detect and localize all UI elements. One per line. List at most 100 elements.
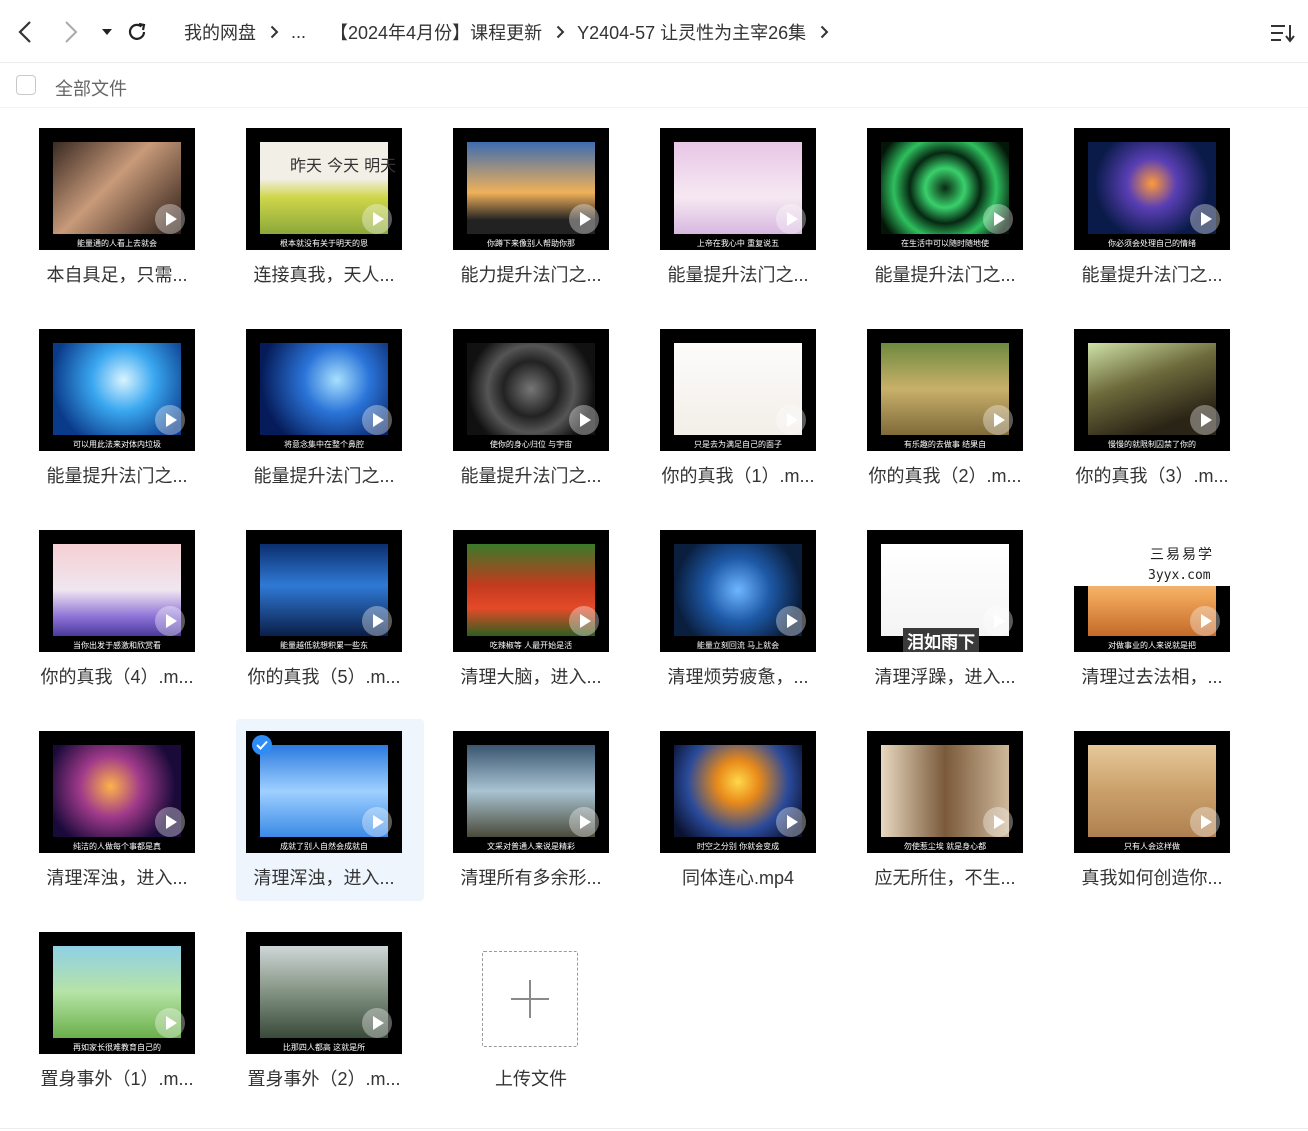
file-item[interactable]: 上帝在我心中 重复说五 能量提升法门之... xyxy=(650,116,838,298)
file-name: 同体连心.mp4 xyxy=(681,868,795,888)
file-item[interactable]: 比那四人都高 这就是所 置身事外（2）.m... xyxy=(236,920,424,1102)
thumbnail-subtitle: 再如家长很难教育自己的 xyxy=(73,1043,161,1052)
play-icon xyxy=(1190,405,1220,435)
breadcrumb-item-ellipsis[interactable]: ... xyxy=(291,22,306,43)
sort-button[interactable] xyxy=(1268,18,1298,48)
video-thumbnail: 慢慢的就限制囚禁了你的 xyxy=(1074,329,1230,451)
video-thumbnail: 只有人会这样做 xyxy=(1074,731,1230,853)
play-icon xyxy=(362,606,392,636)
video-thumbnail: 使你的身心归位 与宇宙 xyxy=(453,329,609,451)
play-icon xyxy=(155,405,185,435)
file-item[interactable]: 泪如雨下清理浮躁，进入... xyxy=(857,518,1045,700)
file-name: 你的真我（3）.m... xyxy=(1075,466,1229,486)
play-icon xyxy=(569,606,599,636)
watermark: 三易易学 3yyx.com xyxy=(1074,530,1230,586)
file-item[interactable]: 能量越低就想积累一些东你的真我（5）.m... xyxy=(236,518,424,700)
file-name: 能量提升法门之... xyxy=(253,466,395,486)
thumbnail-subtitle: 在生活中可以随时随地使 xyxy=(901,239,989,248)
file-item[interactable]: 你必须会处理自己的情绪能量提升法门之... xyxy=(1064,116,1252,298)
breadcrumb-item-my-drive[interactable]: 我的网盘 xyxy=(184,19,256,45)
file-name: 能量提升法门之... xyxy=(460,466,602,486)
file-name: 能量提升法门之... xyxy=(874,265,1016,285)
file-name: 清理浮躁，进入... xyxy=(874,667,1016,687)
forward-button[interactable] xyxy=(56,17,86,47)
chevron-right-icon xyxy=(270,25,279,39)
video-thumbnail: 只是去为满足自己的面子 xyxy=(660,329,816,451)
file-item[interactable]: 文采对普通人来说是精彩清理所有多余形... xyxy=(443,719,631,901)
thumbnail-subtitle: 慢慢的就限制囚禁了你的 xyxy=(1108,440,1196,449)
file-name: 连接真我，天人... xyxy=(253,265,395,285)
divider xyxy=(0,1128,1308,1129)
upload-file-item[interactable]: 上传文件 xyxy=(443,921,619,1103)
thumbnail-subtitle: 能量越低就想积累一些东 xyxy=(280,641,368,650)
file-item[interactable]: 可以用此法来对体内垃圾 能量提升法门之... xyxy=(29,317,217,499)
play-icon xyxy=(983,807,1013,837)
file-name: 你的真我（5）.m... xyxy=(247,667,401,687)
play-icon xyxy=(983,405,1013,435)
file-item[interactable]: 只是去为满足自己的面子你的真我（1）.m... xyxy=(650,317,838,499)
file-item[interactable]: 吃辣椒等 人最开始是活清理大脑，进入... xyxy=(443,518,631,700)
file-item[interactable]: 成就了别人自然会成就自 清理浑浊，进入... xyxy=(236,719,424,901)
caret-down-icon xyxy=(102,29,112,35)
video-thumbnail: 你必须会处理自己的情绪 xyxy=(1074,128,1230,250)
play-icon xyxy=(776,606,806,636)
file-name: 你的真我（4）.m... xyxy=(40,667,194,687)
file-name: 你的真我（2）.m... xyxy=(868,466,1022,486)
file-name: 清理浑浊，进入... xyxy=(253,868,395,888)
thumbnail-subtitle: 只有人会这样做 xyxy=(1124,842,1180,851)
file-item[interactable]: 三易易学 3yyx.com 对做事业的人来说就是把清理过去法相，... xyxy=(1064,518,1252,700)
history-dropdown-button[interactable] xyxy=(92,17,122,47)
file-item[interactable]: 有乐趣的去做事 结果自 你的真我（2）.m... xyxy=(857,317,1045,499)
file-item[interactable]: 在生活中可以随时随地使能量提升法门之... xyxy=(857,116,1045,298)
thumbnail-subtitle: 当你出发于感激和欣赏看 xyxy=(73,641,161,650)
refresh-button[interactable] xyxy=(122,17,152,47)
file-item[interactable]: 昨天 今天 明天 根本就没有关于明天的恩 连接真我，天人... xyxy=(236,116,424,298)
video-thumbnail: 能量立刻回流 马上就会 xyxy=(660,530,816,652)
file-item[interactable]: 勿使惹尘埃 就是身心都应无所住，不生... xyxy=(857,719,1045,901)
watermark-line: 三易易学 xyxy=(1150,547,1214,563)
thumbnail-subtitle: 根本就没有关于明天的恩 xyxy=(280,239,368,248)
thumbnail-subtitle: 使你的身心归位 与宇宙 xyxy=(489,440,573,449)
thumbnail-subtitle: 勿使惹尘埃 就是身心都 xyxy=(903,842,987,851)
file-item[interactable]: 只有人会这样做 真我如何创造你... xyxy=(1064,719,1252,901)
file-item[interactable]: 能量通的人看上去就会 本自具足，只需... xyxy=(29,116,217,298)
video-thumbnail: 可以用此法来对体内垃圾 xyxy=(39,329,195,451)
breadcrumb: 我的网盘 ... 【2024年4月份】课程更新 Y2404-57 让灵性为主宰2… xyxy=(184,20,841,44)
back-button[interactable] xyxy=(10,17,40,47)
play-icon xyxy=(569,405,599,435)
breadcrumb-item-course-update[interactable]: 【2024年4月份】课程更新 xyxy=(330,19,542,45)
video-thumbnail: 文采对普通人来说是精彩 xyxy=(453,731,609,853)
file-item[interactable]: 再如家长很难教育自己的 置身事外（1）.m... xyxy=(29,920,217,1102)
video-thumbnail: 再如家长很难教育自己的 xyxy=(39,932,195,1054)
file-name: 能量提升法门之... xyxy=(1081,265,1223,285)
file-name: 应无所住，不生... xyxy=(874,868,1016,888)
selected-check-icon[interactable] xyxy=(252,735,272,755)
file-item[interactable]: 慢慢的就限制囚禁了你的你的真我（3）.m... xyxy=(1064,317,1252,499)
file-item[interactable]: 时空之分别 你就会变成 同体连心.mp4 xyxy=(650,719,838,901)
file-item[interactable]: 你蹲下来像别人帮助你那 能力提升法门之... xyxy=(443,116,631,298)
file-item[interactable]: 使你的身心归位 与宇宙能量提升法门之... xyxy=(443,317,631,499)
thumbnail-subtitle: 你必须会处理自己的情绪 xyxy=(1108,239,1196,248)
file-item[interactable]: 将意念集中在整个鼻腔 能量提升法门之... xyxy=(236,317,424,499)
play-icon xyxy=(155,807,185,837)
file-name: 清理过去法相，... xyxy=(1081,667,1223,687)
file-item[interactable]: 纯洁的人做每个事都是真 清理浑浊，进入... xyxy=(29,719,217,901)
file-name: 清理所有多余形... xyxy=(460,868,602,888)
video-thumbnail: 三易易学 3yyx.com 对做事业的人来说就是把 xyxy=(1074,530,1230,652)
file-name: 清理大脑，进入... xyxy=(460,667,602,687)
upload-box[interactable] xyxy=(482,951,578,1047)
play-icon xyxy=(983,606,1013,636)
video-thumbnail: 能量通的人看上去就会 xyxy=(39,128,195,250)
select-all-checkbox[interactable] xyxy=(16,75,36,95)
breadcrumb-item-current-folder[interactable]: Y2404-57 让灵性为主宰26集 xyxy=(577,19,806,45)
video-thumbnail: 泪如雨下 xyxy=(867,530,1023,652)
thumbnail-subtitle: 吃辣椒等 人最开始是活 xyxy=(489,641,573,650)
thumbnail-subtitle: 比那四人都高 这就是所 xyxy=(282,1043,366,1052)
file-item[interactable]: 当你出发于感激和欣赏看你的真我（4）.m... xyxy=(29,518,217,700)
file-name: 你的真我（1）.m... xyxy=(661,466,815,486)
thumbnail-subtitle: 能量立刻回流 马上就会 xyxy=(696,641,780,650)
play-icon xyxy=(569,204,599,234)
file-item[interactable]: 能量立刻回流 马上就会 清理烦劳疲惫，... xyxy=(650,518,838,700)
video-thumbnail: 吃辣椒等 人最开始是活 xyxy=(453,530,609,652)
play-icon xyxy=(1190,606,1220,636)
